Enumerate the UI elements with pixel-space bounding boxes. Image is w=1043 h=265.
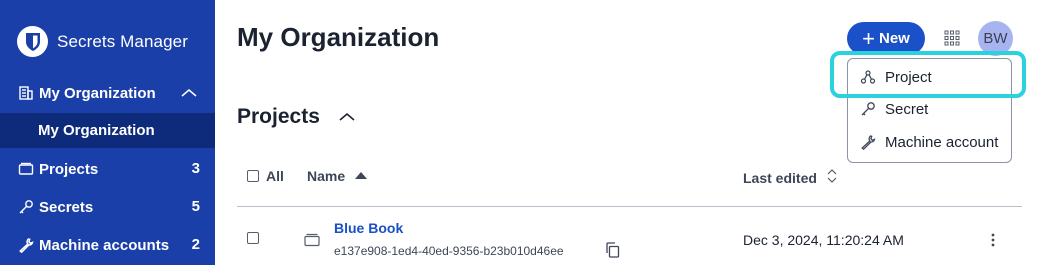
- project-id: e137e908-1ed4-40ed-9356-b23b010d46ee: [334, 244, 564, 258]
- key-icon: [860, 101, 876, 117]
- sidebar-item-my-organization[interactable]: My Organization: [0, 113, 215, 148]
- more-options-icon[interactable]: [989, 232, 997, 253]
- select-all-header[interactable]: All: [247, 168, 284, 184]
- sidebar-item-label: Machine accounts: [39, 236, 170, 254]
- copy-icon[interactable]: [605, 242, 620, 263]
- project-icon: [304, 233, 320, 252]
- menu-item-project[interactable]: Project: [848, 62, 1013, 92]
- menu-item-label: Secret: [885, 100, 929, 118]
- building-icon: [18, 85, 34, 101]
- sidebar-item-count: 3: [191, 160, 200, 177]
- brand-name: Secrets Manager: [57, 31, 188, 51]
- menu-item-label: Machine account: [885, 133, 999, 151]
- sidebar-item-projects[interactable]: Projects 3: [0, 156, 215, 182]
- column-header-label: Last edited: [743, 169, 817, 186]
- section-title: Projects: [237, 105, 320, 128]
- avatar[interactable]: BW: [978, 21, 1013, 56]
- column-header-label: Name: [307, 168, 346, 184]
- sidebar-item-label: My Organization: [38, 122, 155, 139]
- select-all-checkbox[interactable]: [247, 170, 259, 182]
- project-name-link[interactable]: Blue Book: [334, 220, 403, 236]
- sidebar-item-label: Projects: [39, 160, 99, 178]
- sidebar-item-count: 2: [191, 236, 200, 253]
- table-header-divider: [237, 206, 1022, 207]
- sidebar-org-toggle[interactable]: My Organization: [0, 80, 215, 106]
- sort-icon: [826, 168, 838, 187]
- bitwarden-logo-icon: [17, 26, 48, 57]
- new-dropdown-menu: Project Secret Machine account: [847, 58, 1012, 163]
- avatar-initials: BW: [983, 30, 1008, 47]
- sidebar-item-machine-accounts[interactable]: Machine accounts 2: [0, 232, 215, 258]
- chevron-up-icon[interactable]: [338, 110, 356, 128]
- row-checkbox[interactable]: [247, 232, 259, 244]
- menu-item-secret[interactable]: Secret: [848, 94, 1013, 124]
- column-header-name[interactable]: Name: [307, 168, 368, 184]
- last-edited-value: Dec 3, 2024, 11:20:24 AM: [743, 232, 904, 248]
- sidebar-item-label: Secrets: [39, 198, 94, 216]
- sidebar-org-label: My Organization: [39, 84, 156, 102]
- page-title: My Organization: [237, 22, 440, 52]
- sidebar-item-secrets[interactable]: Secrets 5: [0, 194, 215, 220]
- wrench-icon: [860, 134, 876, 150]
- menu-item-machine-account[interactable]: Machine account: [848, 127, 1013, 157]
- wrench-icon: [18, 237, 34, 253]
- plus-icon: +: [862, 25, 875, 51]
- menu-item-label: Project: [885, 68, 932, 86]
- chevron-up-icon: [181, 86, 197, 103]
- new-button-label: New: [879, 30, 910, 47]
- column-header-all: All: [266, 168, 284, 184]
- brand[interactable]: Secrets Manager: [17, 26, 188, 57]
- project-icon: [18, 161, 34, 177]
- key-icon: [18, 199, 34, 215]
- sort-ascending-icon: [354, 168, 368, 184]
- column-header-last-edited[interactable]: Last edited: [743, 168, 838, 187]
- project-icon: [860, 69, 876, 85]
- sidebar: Secrets Manager My Organization My Organ…: [0, 0, 215, 265]
- app-switcher-grid-icon[interactable]: [944, 30, 960, 46]
- sidebar-item-count: 5: [191, 198, 200, 215]
- new-button[interactable]: + New: [847, 22, 925, 55]
